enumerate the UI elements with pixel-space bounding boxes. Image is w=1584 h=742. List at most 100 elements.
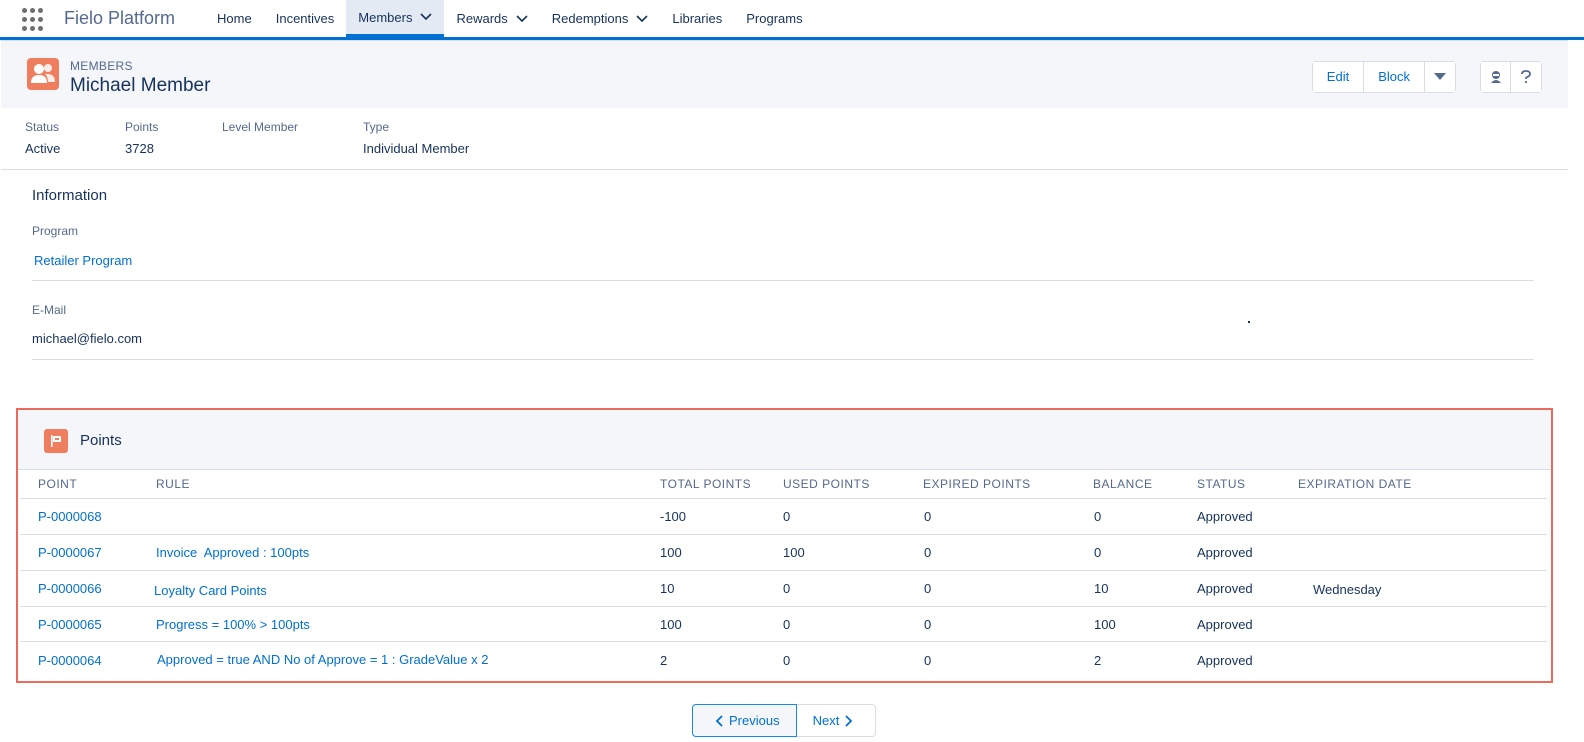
column-header-expiration-date[interactable]: EXPIRATION DATE [1298, 477, 1412, 491]
expired-points: 0 [924, 509, 932, 524]
expired-points: 0 [924, 653, 932, 668]
total-points: 100 [660, 617, 682, 632]
highlights-panel: Status Active Points 3728 Level Member T… [1, 108, 1568, 170]
point-link[interactable]: P-0000064 [38, 653, 102, 668]
point-link[interactable]: P-0000067 [38, 545, 102, 560]
nav-item-label: Home [217, 11, 252, 26]
help-icon [1521, 70, 1531, 84]
point-link[interactable]: P-0000065 [38, 617, 102, 632]
chevron-left-icon [715, 714, 723, 727]
highlight-value: 3728 [125, 141, 154, 156]
point-link[interactable]: P-0000068 [38, 509, 102, 524]
email-value: michael@fielo.com [32, 331, 143, 346]
nav-item-label: Redemptions [551, 11, 629, 26]
divider [32, 280, 1534, 281]
highlight-label: Level Member [222, 120, 299, 134]
contact-button[interactable] [1481, 62, 1511, 92]
column-header-expired-points[interactable]: EXPIRED POINTS [923, 477, 1031, 491]
next-button[interactable]: Next [797, 705, 876, 736]
chevron-right-icon [845, 714, 853, 727]
used-points: 0 [783, 617, 791, 632]
expiration-date: Wednesday [1313, 582, 1382, 597]
help-button[interactable] [1511, 62, 1541, 92]
highlight-type: Type Individual Member [363, 120, 469, 156]
column-header-status[interactable]: STATUS [1197, 477, 1246, 491]
page-title: Michael Member [70, 75, 211, 96]
pagination: Previous Next [692, 704, 877, 737]
chevron-down-icon[interactable] [636, 14, 648, 23]
highlight-value: Individual Member [363, 141, 470, 156]
chevron-down-icon[interactable] [420, 13, 433, 21]
column-header-point[interactable]: POINT [38, 477, 77, 491]
section-title-information: Information [32, 187, 108, 204]
points-related-list: Points POINT RULE TOTAL POINTS USED POIN… [16, 408, 1553, 683]
nav-item-redemptions[interactable]: Redemptions [540, 0, 661, 37]
app-launcher-icon[interactable] [22, 8, 46, 32]
highlight-label: Points [125, 120, 159, 134]
nav-item-label: Incentives [275, 11, 335, 26]
rule-link[interactable]: Approved = true AND No of Approve = 1 : … [157, 652, 488, 667]
total-points: 100 [660, 545, 682, 560]
balance: 10 [1094, 581, 1109, 596]
rule-link[interactable]: Progress = 100% > 100pts [156, 617, 310, 632]
nav-item-incentives[interactable]: Incentives [264, 0, 347, 37]
utility-actions [1480, 61, 1542, 93]
highlight-level-member: Level Member [222, 120, 298, 141]
balance: 0 [1094, 509, 1102, 524]
record-actions: Edit Block [1311, 61, 1456, 93]
next-label: Next [812, 713, 840, 728]
expired-points: 0 [924, 581, 932, 596]
balance: 0 [1094, 545, 1102, 560]
nav-item-label: Libraries [672, 11, 723, 26]
used-points: 100 [783, 545, 805, 560]
nav-item-label: Members [358, 9, 413, 25]
flag-icon [44, 429, 68, 453]
chevron-down-icon[interactable] [516, 14, 528, 23]
members-object-icon [27, 58, 59, 90]
status: Approved [1197, 509, 1253, 524]
program-link[interactable]: Retailer Program [34, 253, 132, 268]
column-header-balance[interactable]: BALANCE [1093, 477, 1153, 491]
nav-item-label: Rewards [456, 11, 508, 26]
status: Approved [1197, 545, 1253, 560]
total-points: -100 [660, 509, 687, 524]
expired-points: 0 [924, 617, 932, 632]
table-row: P-0000068 -100 0 0 0 Approved [20, 498, 1547, 533]
more-actions-button[interactable] [1425, 62, 1455, 92]
previous-button[interactable]: Previous [692, 704, 797, 737]
column-header-rule[interactable]: RULE [156, 477, 190, 491]
points-title: Points [80, 432, 122, 449]
edit-button[interactable]: Edit [1312, 62, 1365, 92]
used-points: 0 [783, 581, 791, 596]
nav-item-programs[interactable]: Programs [734, 0, 814, 37]
nav-item-rewards[interactable]: Rewards [444, 0, 539, 37]
nav-item-libraries[interactable]: Libraries [660, 0, 734, 37]
rule-link[interactable]: Invoice Approved : 100pts [156, 545, 309, 560]
highlight-points: Points 3728 [125, 120, 158, 156]
program-label: Program [32, 224, 79, 238]
highlight-label: Type [363, 120, 390, 134]
used-points: 0 [783, 653, 791, 668]
table-row: P-0000065 Progress = 100% > 100pts 100 0… [20, 606, 1547, 641]
status: Approved [1197, 581, 1253, 596]
stray-dot [1248, 321, 1250, 323]
balance: 2 [1094, 653, 1102, 668]
table-row: P-0000064 Approved = true AND No of Appr… [20, 641, 1547, 676]
rule-link[interactable]: Loyalty Card Points [154, 583, 267, 598]
caret-down-icon [1434, 73, 1446, 80]
column-header-used-points[interactable]: USED POINTS [783, 477, 870, 491]
point-link[interactable]: P-0000066 [38, 581, 102, 596]
nav-item-members[interactable]: Members [346, 0, 445, 37]
status: Approved [1197, 653, 1253, 668]
total-points: 10 [660, 581, 675, 596]
highlight-label: Status [25, 120, 60, 134]
block-button[interactable]: Block [1364, 62, 1425, 92]
nav-item-home[interactable]: Home [205, 0, 264, 37]
total-points: 2 [660, 653, 668, 668]
global-nav: Fielo Platform Home Incentives Members R… [0, 0, 1584, 40]
app-name: Fielo Platform [64, 8, 176, 28]
balance: 100 [1094, 617, 1116, 632]
column-header-total-points[interactable]: TOTAL POINTS [660, 477, 751, 491]
record-header: MEMBERS Michael Member Edit Block [1, 40, 1568, 108]
object-type-label: MEMBERS [70, 59, 133, 73]
